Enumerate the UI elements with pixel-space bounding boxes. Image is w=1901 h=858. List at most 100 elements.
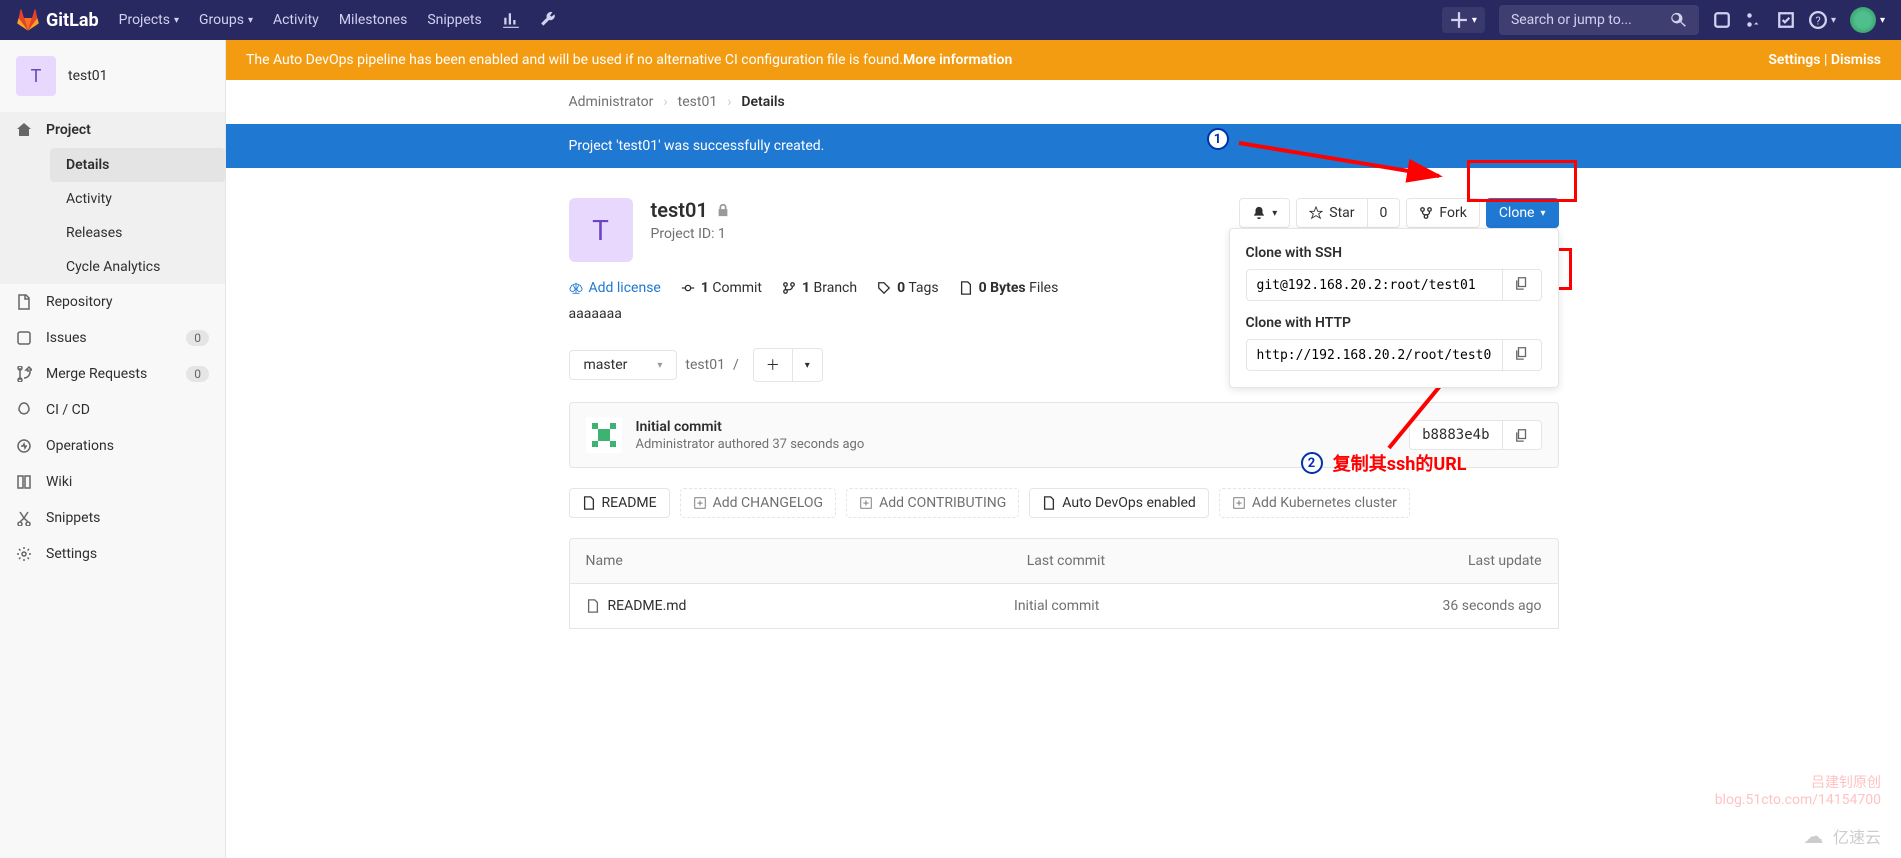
file-update: 36 seconds ago xyxy=(1443,598,1542,614)
file-icon xyxy=(582,496,596,510)
sidebar-sub-project: Details Activity Releases Cycle Analytic… xyxy=(0,148,225,284)
file-commit: Initial commit xyxy=(1014,598,1443,614)
add-license-link[interactable]: Add license xyxy=(569,280,661,296)
new-dropdown[interactable]: ▾ xyxy=(1442,7,1485,33)
readme-button[interactable]: README xyxy=(569,488,670,518)
copy-http-button[interactable] xyxy=(1503,339,1542,371)
annotation-number-2: 2 xyxy=(1301,452,1323,474)
project-avatar-large: T xyxy=(569,198,633,262)
col-name-header: Name xyxy=(586,553,1027,569)
tags-stat[interactable]: 0 Tags xyxy=(877,280,939,296)
more-info-link[interactable]: More information xyxy=(903,52,1012,68)
copy-ssh-button[interactable] xyxy=(1503,269,1542,301)
size-stat[interactable]: 0 Bytes Files xyxy=(959,280,1059,296)
commit-icon xyxy=(681,281,695,295)
sidebar-item-issues[interactable]: Issues 0 xyxy=(0,320,225,356)
star-group: Star 0 xyxy=(1296,198,1400,228)
project-title: test01 xyxy=(651,198,730,222)
success-banner: Project 'test01' was successfully create… xyxy=(226,124,1901,168)
sidebar-item-repository[interactable]: Repository xyxy=(0,284,225,320)
book-icon xyxy=(16,474,32,490)
sidebar-item-details[interactable]: Details xyxy=(50,148,225,182)
nav-right: ▾ Search or jump to... ? ▾ ▾ xyxy=(1442,5,1885,35)
merge-requests-icon[interactable] xyxy=(1745,11,1763,29)
breadcrumb-admin[interactable]: Administrator xyxy=(569,94,654,110)
bell-icon xyxy=(1252,206,1266,220)
branches-stat[interactable]: 1 Branch xyxy=(782,280,857,296)
help-dropdown[interactable]: ? ▾ xyxy=(1809,11,1836,29)
sidebar-item-cicd[interactable]: CI / CD xyxy=(0,392,225,428)
banner-dismiss-link[interactable]: Dismiss xyxy=(1831,52,1881,68)
copy-icon xyxy=(1515,346,1529,360)
nav-wrench-icon[interactable] xyxy=(540,11,558,29)
add-kubernetes-button[interactable]: Add Kubernetes cluster xyxy=(1219,488,1410,518)
star-count[interactable]: 0 xyxy=(1368,198,1401,228)
sidebar-project-header[interactable]: T test01 xyxy=(0,40,225,112)
mr-count: 0 xyxy=(186,366,209,382)
file-table-header: Name Last commit Last update xyxy=(569,538,1559,584)
sidebar-item-project[interactable]: Project xyxy=(0,112,225,148)
issues-icon[interactable] xyxy=(1713,11,1731,29)
notification-button[interactable]: ▾ xyxy=(1239,198,1290,228)
clone-http-input[interactable] xyxy=(1246,339,1503,371)
nav-groups[interactable]: Groups ▾ xyxy=(199,11,253,29)
add-file-dropdown[interactable]: ▾ xyxy=(793,348,823,382)
action-buttons-row: README Add CHANGELOG Add CONTRIBUTING Au… xyxy=(569,488,1559,518)
path-project[interactable]: test01 xyxy=(685,357,725,373)
commit-title[interactable]: Initial commit xyxy=(636,419,865,435)
project-avatar-small: T xyxy=(16,56,56,96)
nav-chart-icon[interactable] xyxy=(502,11,520,29)
plus-box-icon xyxy=(859,496,873,510)
col-commit-header: Last commit xyxy=(1027,553,1468,569)
copy-icon xyxy=(1515,276,1529,290)
nav-milestones[interactable]: Milestones xyxy=(339,11,408,29)
autodevops-banner: The Auto DevOps pipeline has been enable… xyxy=(226,40,1901,80)
sidebar-item-wiki[interactable]: Wiki xyxy=(0,464,225,500)
branch-icon xyxy=(782,281,796,295)
plus-box-icon xyxy=(1232,496,1246,510)
star-icon xyxy=(1309,206,1323,220)
plus-box-icon xyxy=(693,496,707,510)
user-menu[interactable]: ▾ xyxy=(1850,7,1885,33)
project-content: T test01 Project ID: 1 ▾ xyxy=(569,168,1559,659)
merge-icon xyxy=(16,366,32,382)
autodevops-button[interactable]: Auto DevOps enabled xyxy=(1029,488,1209,518)
gitlab-logo[interactable]: GitLab xyxy=(16,8,99,32)
watermark-author: 吕建钊原创 blog.51cto.com/14154700 xyxy=(1715,772,1881,808)
branch-select[interactable]: master ▾ xyxy=(569,350,678,380)
sidebar-item-merge-requests[interactable]: Merge Requests 0 xyxy=(0,356,225,392)
rocket-icon xyxy=(16,402,32,418)
sidebar-item-releases[interactable]: Releases xyxy=(50,216,225,250)
search-placeholder: Search or jump to... xyxy=(1511,12,1632,28)
nav-projects[interactable]: Projects ▾ xyxy=(119,11,179,29)
sidebar-item-cycle-analytics[interactable]: Cycle Analytics xyxy=(50,250,225,284)
star-button[interactable]: Star xyxy=(1296,198,1367,228)
svg-text:?: ? xyxy=(1815,15,1820,28)
search-input[interactable]: Search or jump to... xyxy=(1499,5,1699,35)
clone-ssh-input[interactable] xyxy=(1246,269,1503,301)
table-row[interactable]: README.md Initial commit 36 seconds ago xyxy=(569,584,1559,629)
commits-stat[interactable]: 1 Commit xyxy=(681,280,762,296)
todos-icon[interactable] xyxy=(1777,11,1795,29)
tag-icon xyxy=(877,281,891,295)
avatar xyxy=(1850,7,1876,33)
sidebar-item-snippets[interactable]: Snippets xyxy=(0,500,225,536)
add-contributing-button[interactable]: Add CONTRIBUTING xyxy=(846,488,1019,518)
identicon xyxy=(586,417,622,453)
add-changelog-button[interactable]: Add CHANGELOG xyxy=(680,488,837,518)
breadcrumb-project[interactable]: test01 xyxy=(678,94,718,110)
fork-button[interactable]: Fork xyxy=(1406,198,1479,228)
nav-snippets[interactable]: Snippets xyxy=(427,11,481,29)
add-file-button[interactable]: ＋ xyxy=(753,348,793,382)
ops-icon xyxy=(16,438,32,454)
sidebar-item-settings[interactable]: Settings xyxy=(0,536,225,572)
project-id: Project ID: 1 xyxy=(651,226,730,242)
nav-activity[interactable]: Activity xyxy=(273,11,319,29)
clone-dropdown: Clone with SSH Clone with HTTP xyxy=(1229,228,1559,388)
brand-text: GitLab xyxy=(46,10,99,31)
banner-settings-link[interactable]: Settings xyxy=(1768,52,1820,68)
sidebar-item-operations[interactable]: Operations xyxy=(0,428,225,464)
sidebar-item-activity[interactable]: Activity xyxy=(50,182,225,216)
tanuki-icon xyxy=(16,8,40,32)
clone-button[interactable]: Clone ▾ xyxy=(1486,198,1559,228)
